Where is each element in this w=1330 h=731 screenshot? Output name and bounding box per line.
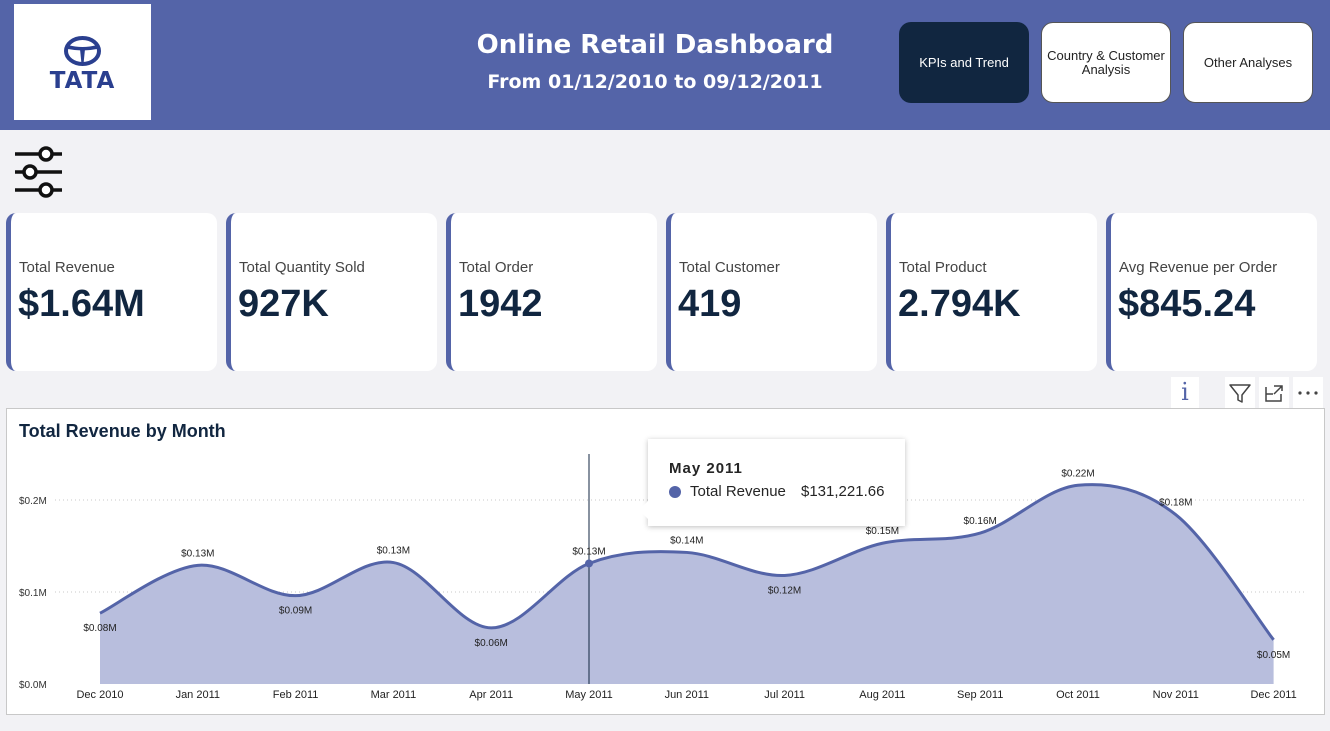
kpi-value: 419 [678,283,742,325]
kpi-card-total-order: Total Order 1942 [446,213,657,371]
x-tick-label: Aug 2011 [859,689,905,701]
tata-logo-icon [64,36,101,66]
kpi-label: Total Customer [679,259,780,276]
kpi-card-total-product: Total Product 2.794K [886,213,1097,371]
kpi-value: 927K [238,283,329,325]
tooltip-series-label: Total Revenue [690,483,786,500]
tooltip-arrow [639,501,648,519]
data-label: $0.05M [1257,650,1290,661]
kpi-label: Total Quantity Sold [239,259,365,276]
data-label: $0.15M [866,526,899,537]
data-label: $0.22M [1061,468,1094,479]
data-label: $0.14M [670,535,703,546]
more-options-icon[interactable] [1293,377,1323,408]
x-tick-label: Feb 2011 [273,689,319,701]
x-tick-label: Sep 2011 [957,689,1003,701]
kpi-card-total-customer: Total Customer 419 [666,213,877,371]
y-tick-label: $0.1M [19,588,47,599]
kpi-label: Total Order [459,259,534,276]
x-tick-label: Mar 2011 [371,689,417,701]
data-label: $0.08M [83,623,116,634]
data-label: $0.16M [964,516,997,527]
header-bar: TATA Online Retail Dashboard From 01/12/… [0,0,1330,130]
page-title: Online Retail Dashboard [476,30,834,60]
kpi-value: $1.64M [18,283,145,325]
tooltip-value: $131,221.66 [801,483,885,500]
x-tick-label: Nov 2011 [1153,689,1199,701]
x-tick-label: Dec 2011 [1250,689,1296,701]
kpi-card-total-revenue: Total Revenue $1.64M [6,213,217,371]
filter-funnel-icon[interactable] [1225,377,1255,408]
chart-tooltip: May 2011 Total Revenue $131,221.66 [639,439,905,526]
nav-other-analyses-button[interactable]: Other Analyses [1183,22,1313,103]
nav-kpis-button[interactable]: KPIs and Trend [899,22,1029,103]
info-icon[interactable]: i [1171,377,1199,408]
highlight-point [585,559,593,568]
kpi-label: Avg Revenue per Order [1119,259,1278,276]
kpi-value: $845.24 [1118,283,1256,325]
data-label: $0.13M [181,548,214,559]
kpi-label: Total Revenue [19,259,115,276]
kpi-card-total-quantity: Total Quantity Sold 927K [226,213,437,371]
x-tick-label: Apr 2011 [469,689,513,701]
nav-country-customer-button[interactable]: Country & Customer Analysis [1041,22,1171,103]
kpi-card-avg-revenue-per-order: Avg Revenue per Order $845.24 [1106,213,1317,371]
data-label: $0.13M [377,546,410,557]
kpi-value: 2.794K [898,283,1021,325]
data-label: $0.13M [572,546,605,557]
kpi-label: Total Product [899,259,987,276]
tooltip-title: May 2011 [669,460,743,477]
x-tick-label: May 2011 [565,689,613,701]
logo-text: TATA [49,68,116,94]
data-label: $0.09M [279,606,312,617]
y-tick-label: $0.0M [19,680,47,691]
page-subtitle: From 01/12/2010 to 09/12/2011 [487,71,823,93]
y-tick-label: $0.2M [19,496,47,507]
logo: TATA [14,4,151,120]
sliders-icon[interactable] [14,146,64,198]
data-label: $0.12M [768,585,801,596]
x-tick-label: Jan 2011 [176,689,220,701]
data-label: $0.18M [1159,498,1192,509]
x-tick-label: Dec 2010 [76,689,123,701]
x-tick-label: Jul 2011 [764,689,805,701]
tooltip-series-dot [669,486,681,498]
focus-mode-icon[interactable] [1259,377,1289,408]
data-label: $0.06M [475,638,508,649]
kpi-value: 1942 [458,283,543,325]
x-tick-label: Oct 2011 [1056,689,1100,701]
x-tick-label: Jun 2011 [665,689,709,701]
